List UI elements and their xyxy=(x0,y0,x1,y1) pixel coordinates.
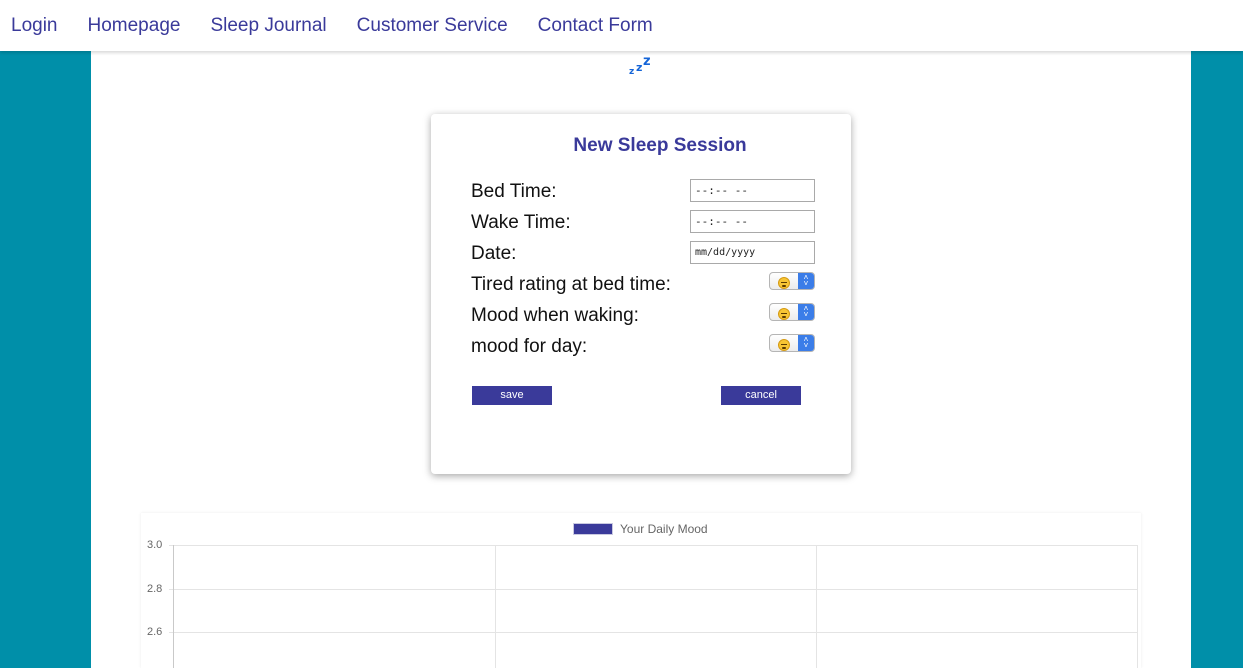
main-content: z z z New Sleep Session Bed Time: --:-- … xyxy=(91,51,1191,668)
crying-face-emoji-icon xyxy=(778,308,790,320)
y-tick-label: 3.0 xyxy=(147,539,163,551)
wake-time-input[interactable]: --:-- -- xyxy=(690,210,815,233)
v-grid-line xyxy=(495,545,496,668)
select-arrows-icon: ˄ ˅ xyxy=(798,335,814,351)
nav-sleep-journal-link[interactable]: Sleep Journal xyxy=(210,16,326,35)
bed-time-input[interactable]: --:-- -- xyxy=(690,179,815,202)
tired-rating-select[interactable]: ˄ ˅ xyxy=(769,272,815,290)
crying-face-emoji-icon xyxy=(778,339,790,351)
cancel-button[interactable]: cancel xyxy=(721,386,801,405)
v-grid-line xyxy=(1137,545,1138,668)
select-arrows-icon: ˄ ˅ xyxy=(798,273,814,289)
daily-mood-chart: Your Daily Mood 3.0 2.8 2.6 xyxy=(141,513,1141,668)
nav-customer-service-link[interactable]: Customer Service xyxy=(357,16,508,35)
bed-time-label: Bed Time: xyxy=(471,181,557,202)
mood-day-label: mood for day: xyxy=(471,336,588,357)
new-sleep-session-card: New Sleep Session Bed Time: --:-- -- Wak… xyxy=(431,114,851,474)
grid-line-2-8 xyxy=(169,589,1137,590)
nav-homepage-link[interactable]: Homepage xyxy=(88,16,181,35)
grid-line-2-6 xyxy=(169,632,1137,633)
sleep-zzz-icon: z z z xyxy=(629,54,651,77)
date-input[interactable]: mm/dd/yyyy xyxy=(690,241,815,264)
mood-waking-label: Mood when waking: xyxy=(471,305,639,326)
date-label: Date: xyxy=(471,243,517,264)
tired-rating-label: Tired rating at bed time: xyxy=(471,274,671,295)
top-navbar: Login Homepage Sleep Journal Customer Se… xyxy=(0,0,1243,51)
mood-waking-select[interactable]: ˄ ˅ xyxy=(769,303,815,321)
y-axis-line xyxy=(173,545,174,668)
save-button[interactable]: save xyxy=(472,386,552,405)
y-tick-label: 2.6 xyxy=(147,626,163,638)
y-tick-label: 2.8 xyxy=(147,583,163,595)
grid-line-3-0 xyxy=(169,545,1137,546)
legend-swatch xyxy=(573,523,613,535)
v-grid-line xyxy=(816,545,817,668)
card-title: New Sleep Session xyxy=(573,135,747,156)
bed-time-value: --:-- -- xyxy=(695,184,748,197)
wake-time-label: Wake Time: xyxy=(471,212,571,233)
crying-face-emoji-icon xyxy=(778,277,790,289)
nav-login-link[interactable]: Login xyxy=(11,16,58,35)
select-arrows-icon: ˄ ˅ xyxy=(798,304,814,320)
date-value: mm/dd/yyyy xyxy=(695,247,756,258)
nav-contact-form-link[interactable]: Contact Form xyxy=(538,16,653,35)
wake-time-value: --:-- -- xyxy=(695,215,748,228)
legend-label: Your Daily Mood xyxy=(620,522,708,536)
mood-day-select[interactable]: ˄ ˅ xyxy=(769,334,815,352)
